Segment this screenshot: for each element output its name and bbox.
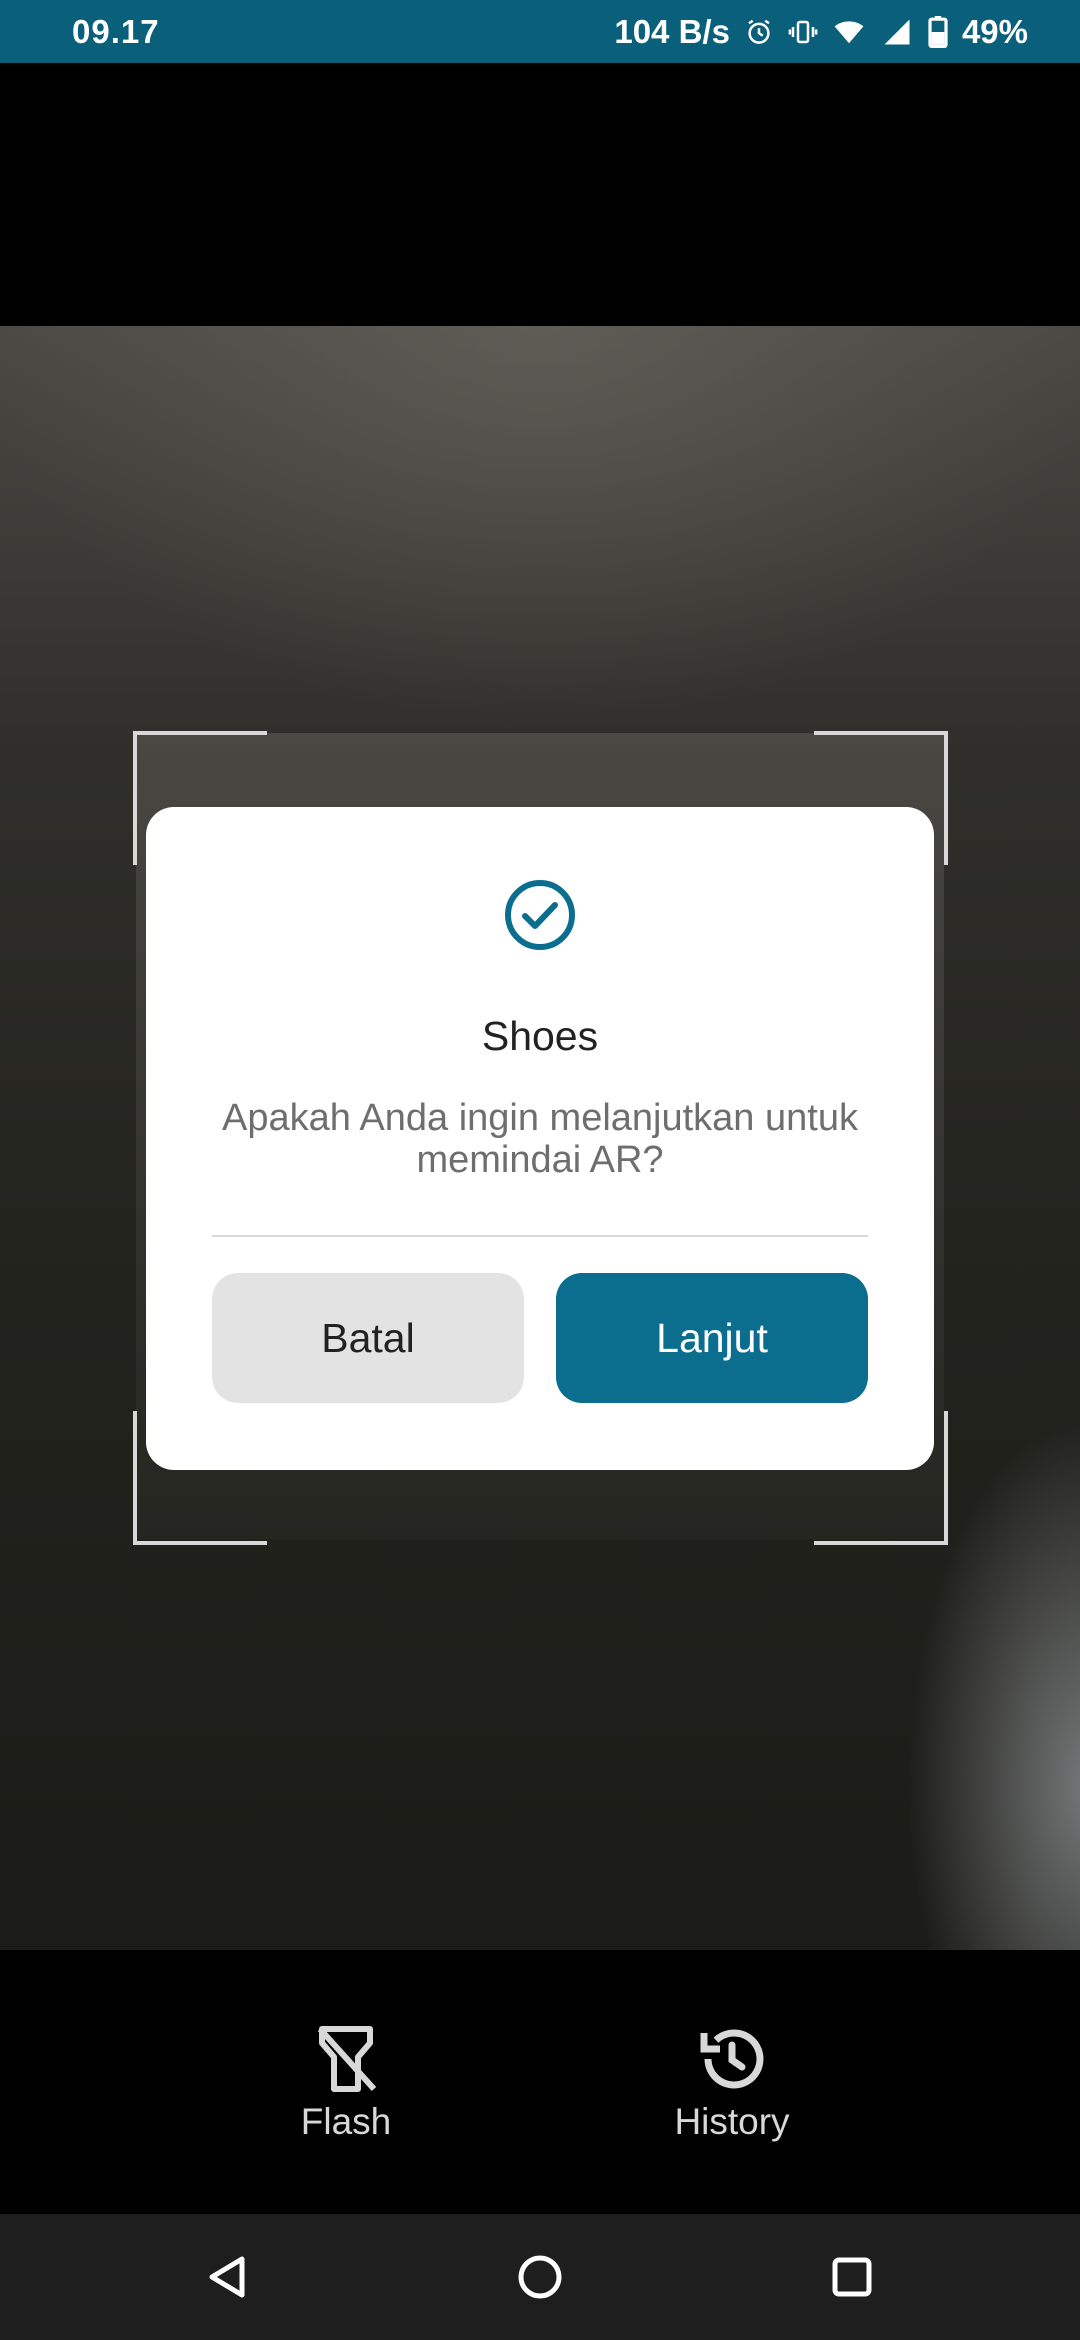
history-label: History [674,2101,790,2142]
history-icon [700,2029,764,2089]
flash-off-icon [317,2026,377,2092]
status-icons: 104 B/s 49% [614,13,1028,51]
home-button[interactable] [510,2247,570,2307]
continue-button[interactable]: Lanjut [556,1273,868,1403]
flash-label: Flash [300,2101,392,2142]
signal-icon [880,17,914,47]
confirm-dialog: Shoes Apakah Anda ingin melanjutkan untu… [146,807,934,1470]
check-circle-icon [505,880,575,950]
camera-top-bar [0,63,1080,326]
history-button[interactable]: History [622,2023,842,2143]
network-speed: 104 B/s [614,12,730,50]
back-icon [209,2256,245,2298]
vibrate-icon [788,17,818,47]
battery-level: 49% [961,12,1028,50]
cancel-button[interactable]: Batal [212,1273,524,1403]
system-nav-bar [0,2214,1080,2340]
dialog-title: Shoes [481,1013,599,1059]
alarm-icon [744,17,774,47]
dialog-divider [212,1235,868,1237]
battery-icon [928,15,948,48]
dialog-message: Apakah Anda ingin melanjutkan untuk memi… [222,1097,858,1181]
home-icon [518,2255,562,2299]
flash-button[interactable]: Flash [236,2023,456,2143]
status-time: 09.17 [72,12,160,50]
status-bar: 09.17 104 B/s 49% [0,0,1080,63]
recents-button[interactable] [822,2247,882,2307]
bottom-toolbar: Flash History [0,1950,1080,2214]
back-button[interactable] [198,2247,258,2307]
recents-icon [832,2257,872,2297]
wifi-icon [832,17,866,47]
